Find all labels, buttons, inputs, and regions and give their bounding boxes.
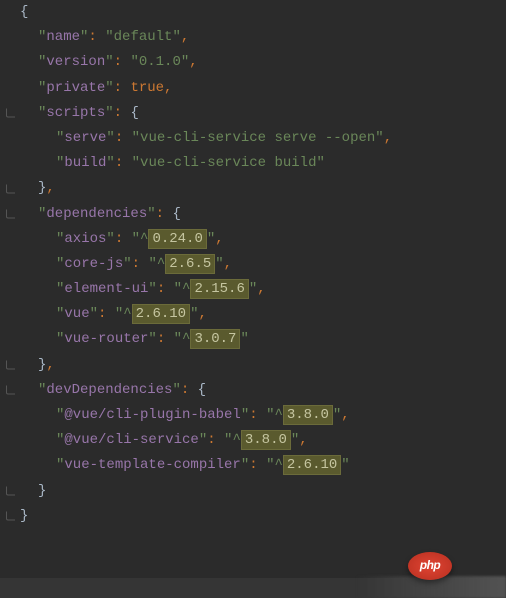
json-key: private — [46, 80, 105, 96]
code-line: "private": true, — [4, 76, 502, 101]
code-line: { — [4, 0, 502, 25]
fold-marker-icon[interactable] — [6, 487, 15, 496]
highlighted-version: 2.6.10 — [283, 455, 341, 475]
highlighted-version: 3.8.0 — [283, 405, 333, 425]
code-line: }, — [4, 176, 502, 201]
json-key: name — [46, 29, 80, 45]
json-value: default — [114, 29, 173, 45]
json-key: build — [64, 155, 106, 171]
highlighted-version: 0.24.0 — [148, 229, 206, 249]
code-line: "serve": "vue-cli-service serve --open", — [4, 126, 502, 151]
code-line: "vue": "^2.6.10", — [4, 302, 502, 327]
code-editor[interactable]: { "name": "default", "version": "0.1.0",… — [0, 0, 506, 533]
fold-marker-icon[interactable] — [6, 386, 15, 395]
json-value: 0.1.0 — [139, 54, 181, 70]
code-line: }, — [4, 353, 502, 378]
json-key: version — [46, 54, 105, 70]
json-key: @vue/cli-service — [64, 432, 198, 448]
json-key: axios — [64, 231, 106, 247]
highlighted-version: 3.8.0 — [241, 430, 291, 450]
highlighted-version: 2.6.10 — [132, 304, 190, 324]
code-line: } — [4, 479, 502, 504]
fold-marker-icon[interactable] — [6, 109, 15, 118]
fold-marker-icon[interactable] — [6, 361, 15, 370]
json-key: scripts — [46, 105, 105, 121]
code-line: "dependencies": { — [4, 202, 502, 227]
code-line: "vue-router": "^3.0.7" — [4, 327, 502, 352]
json-value: vue-cli-service build — [140, 155, 316, 171]
code-line: "devDependencies": { — [4, 378, 502, 403]
json-key: serve — [64, 130, 106, 146]
json-key: vue — [64, 306, 89, 322]
json-key: vue-router — [64, 331, 148, 347]
fold-marker-icon[interactable] — [6, 184, 15, 193]
json-key: vue-template-compiler — [64, 457, 240, 473]
code-line: "build": "vue-cli-service build" — [4, 151, 502, 176]
code-line: "name": "default", — [4, 25, 502, 50]
code-line: "element-ui": "^2.15.6", — [4, 277, 502, 302]
code-line: "axios": "^0.24.0", — [4, 227, 502, 252]
badge-label: php — [420, 555, 441, 577]
json-key: @vue/cli-plugin-babel — [64, 407, 240, 423]
code-line: "@vue/cli-service": "^3.8.0", — [4, 428, 502, 453]
highlighted-version: 2.15.6 — [190, 279, 248, 299]
highlighted-version: 2.6.5 — [165, 254, 215, 274]
fold-marker-icon[interactable] — [6, 512, 15, 521]
php-badge: php — [408, 552, 452, 580]
json-key: dependencies — [46, 206, 147, 222]
code-line: "core-js": "^2.6.5", — [4, 252, 502, 277]
json-key: element-ui — [64, 281, 148, 297]
fold-marker-icon[interactable] — [6, 210, 15, 219]
code-line: "vue-template-compiler": "^2.6.10" — [4, 453, 502, 478]
json-key: core-js — [64, 256, 123, 272]
code-line: "scripts": { — [4, 101, 502, 126]
json-key: devDependencies — [46, 382, 172, 398]
highlighted-version: 3.0.7 — [190, 329, 240, 349]
code-line: "@vue/cli-plugin-babel": "^3.8.0", — [4, 403, 502, 428]
json-value: true — [130, 80, 164, 96]
json-value: vue-cli-service serve --open — [140, 130, 375, 146]
code-line: "version": "0.1.0", — [4, 50, 502, 75]
code-line: } — [4, 504, 502, 529]
